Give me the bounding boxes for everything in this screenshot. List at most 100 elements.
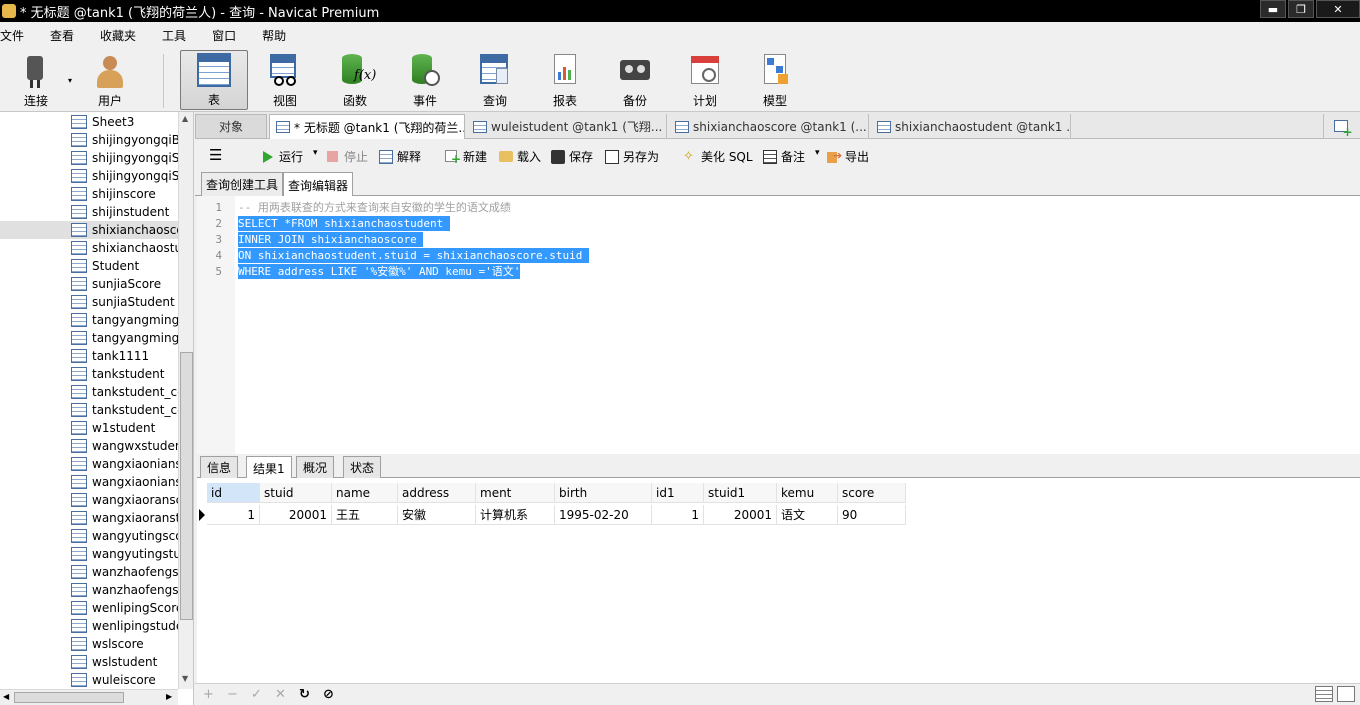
query-button[interactable]: 查询	[461, 52, 529, 110]
close-button[interactable]: ✕	[1316, 0, 1360, 18]
tree-item-table[interactable]: wangxiaoransc	[0, 491, 178, 509]
menu-help[interactable]: 帮助	[262, 27, 298, 44]
column-header[interactable]: stuid1	[704, 483, 777, 503]
menu-tools[interactable]: 工具	[162, 27, 198, 44]
menu-favorites[interactable]: 收藏夹	[100, 27, 148, 44]
stop-button[interactable]: 停止	[327, 148, 368, 165]
minimize-button[interactable]: ▬	[1260, 0, 1286, 18]
menu-window[interactable]: 窗口	[212, 27, 248, 44]
new-query-button[interactable]: + 新建	[445, 148, 487, 165]
restore-button[interactable]: ❐	[1288, 0, 1314, 18]
load-button[interactable]: 载入	[499, 148, 541, 165]
scroll-right-icon[interactable]: ▶	[166, 692, 172, 701]
form-view-icon[interactable]	[1337, 686, 1355, 702]
table-cell[interactable]: 20001	[704, 505, 777, 525]
tree-item-table[interactable]: tankstudent_cc	[0, 383, 178, 401]
result-grid[interactable]: id stuid name address ment birth id1 stuid1 kemu…	[197, 478, 1360, 683]
tree-item-table[interactable]: wanzhaofengs	[0, 581, 178, 599]
table-cell[interactable]: 1	[652, 505, 704, 525]
tree-item-table[interactable]: wangwxstuden	[0, 437, 178, 455]
tree-item-table[interactable]: sunjiaScore	[0, 275, 178, 293]
table-cell[interactable]: 语文	[777, 505, 838, 525]
column-header[interactable]: id1	[652, 483, 704, 503]
beautify-sql-button[interactable]: ✧ 美化 SQL	[683, 148, 753, 165]
model-button[interactable]: 模型	[741, 52, 809, 110]
table-cell[interactable]: 1995-02-20	[555, 505, 652, 525]
tree-item-table[interactable]: tangyangmings	[0, 329, 178, 347]
menu-icon[interactable]: ☰	[209, 146, 222, 164]
tree-item-table[interactable]: tankstudent_cc	[0, 401, 178, 419]
sql-editor[interactable]: 1 2 3 4 5 -- 用两表联查的方式来查询来自安徽的学生的语文成绩 SEL…	[197, 196, 1360, 454]
tree-vertical-scrollbar[interactable]: ▲ ▼	[178, 112, 193, 689]
tree-item-table[interactable]: wenlipingstude	[0, 617, 178, 635]
table-cell[interactable]: 90	[838, 505, 906, 525]
tab-query-editor[interactable]: 查询编辑器	[283, 172, 354, 197]
delete-record-button[interactable]: −	[227, 687, 238, 702]
column-header[interactable]: name	[332, 483, 398, 503]
menu-view[interactable]: 查看	[50, 27, 86, 44]
tree-item-table[interactable]: shijingyongqiS	[0, 167, 178, 185]
table-cell[interactable]: 王五	[332, 505, 398, 525]
tree-item-table[interactable]: wangxiaoranst	[0, 509, 178, 527]
tree-item-table[interactable]: shixianchaostu	[0, 239, 178, 257]
column-header[interactable]: ment	[476, 483, 555, 503]
tree-item-table[interactable]: wslscore	[0, 635, 178, 653]
new-tab-button[interactable]: +	[1323, 114, 1357, 138]
tree-item-table[interactable]: shijingyongqiB	[0, 131, 178, 149]
tree-item-table[interactable]: wslstudent	[0, 653, 178, 671]
explain-button[interactable]: 解释	[379, 148, 421, 165]
tab-untitled-query[interactable]: * 无标题 @tank1 (飞翔的荷兰...	[269, 114, 465, 139]
tree-item-table[interactable]: shijinscore	[0, 185, 178, 203]
add-record-button[interactable]: +	[203, 687, 214, 702]
connect-button[interactable]: 连接	[2, 52, 70, 110]
tab-shixianchaostudent[interactable]: shixianchaostudent @tank1 ...	[871, 114, 1071, 139]
column-header[interactable]: stuid	[260, 483, 332, 503]
table-cell[interactable]: 计算机系	[476, 505, 555, 525]
report-button[interactable]: 报表	[531, 52, 599, 110]
tree-item-table[interactable]: wangyutingsco	[0, 527, 178, 545]
column-header[interactable]: id	[207, 483, 260, 503]
tree-hscroll-thumb[interactable]	[14, 692, 124, 703]
notes-dropdown-icon[interactable]: ▾	[815, 148, 820, 158]
column-header[interactable]: score	[838, 483, 906, 503]
tree-horizontal-scrollbar[interactable]: ◀ ▶	[0, 689, 178, 705]
backup-button[interactable]: 备份	[601, 52, 669, 110]
tree-item-table[interactable]: Student	[0, 257, 178, 275]
refresh-button[interactable]: ↻	[299, 687, 310, 702]
table-cell[interactable]: 1	[207, 505, 260, 525]
tree-item-table[interactable]: wangyutingstu	[0, 545, 178, 563]
scroll-left-icon[interactable]: ◀	[3, 692, 9, 701]
tree-item-table[interactable]: Sheet3	[0, 113, 178, 131]
column-header[interactable]: birth	[555, 483, 652, 503]
tab-shixianchaoscore[interactable]: shixianchaoscore @tank1 (...	[669, 114, 869, 139]
tree-item-table[interactable]: tangyangmings	[0, 311, 178, 329]
table-cell[interactable]: 安徽	[398, 505, 476, 525]
tab-info[interactable]: 信息	[200, 456, 239, 478]
grid-view-icon[interactable]	[1315, 686, 1333, 702]
tree-item-table[interactable]: tankstudent	[0, 365, 178, 383]
tab-result1[interactable]: 结果1	[246, 456, 292, 479]
run-dropdown-icon[interactable]: ▾	[313, 148, 318, 158]
tree-scroll-thumb[interactable]	[180, 352, 193, 620]
tab-status[interactable]: 状态	[343, 456, 382, 478]
tree-item-table[interactable]: tank1111	[0, 347, 178, 365]
scroll-up-icon[interactable]: ▲	[182, 114, 188, 123]
tab-overview[interactable]: 概况	[296, 456, 335, 478]
table-button[interactable]: 表	[180, 50, 248, 110]
tree-item-table[interactable]: wangxiaonians	[0, 473, 178, 491]
tree-item-table[interactable]: w1student	[0, 419, 178, 437]
table-cell[interactable]: 20001	[260, 505, 332, 525]
menu-file[interactable]: 文件	[0, 27, 36, 44]
tree-item-table[interactable]: shijingyongqiS	[0, 149, 178, 167]
connect-dropdown-icon[interactable]: ▾	[68, 76, 72, 85]
tree-item-table[interactable]: wanzhaofengs	[0, 563, 178, 581]
tree-item-table[interactable]: shixianchaosco	[0, 221, 178, 239]
tree-item-table[interactable]: wuleiscore	[0, 671, 178, 689]
tree-item-table[interactable]: wangxiaonians	[0, 455, 178, 473]
export-button[interactable]: ➔ 导出	[827, 148, 869, 165]
schedule-button[interactable]: 计划	[671, 52, 739, 110]
user-button[interactable]: 用户	[76, 52, 144, 110]
tree-item-table[interactable]: shijinstudent	[0, 203, 178, 221]
save-as-button[interactable]: 另存为	[605, 148, 659, 165]
tab-wuleistudent[interactable]: wuleistudent @tank1 (飞翔...	[467, 114, 667, 139]
